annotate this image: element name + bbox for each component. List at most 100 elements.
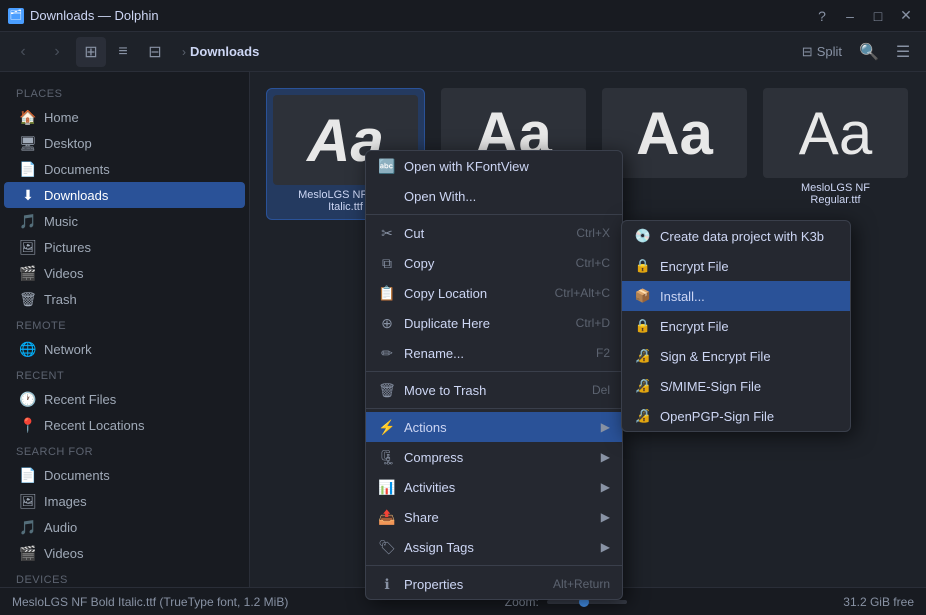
ctx-actions[interactable]: ⚡ Actions ▶ xyxy=(366,412,622,442)
sidebar-item-search-documents[interactable]: 📄 Documents xyxy=(4,462,245,488)
sidebar-item-search-images[interactable]: 🖼 Images xyxy=(4,488,245,514)
ctx-rename-shortcut: F2 xyxy=(596,346,610,360)
sidebar-item-pictures[interactable]: 🖼 Pictures xyxy=(4,234,245,260)
ctx-assign-tags[interactable]: 🏷 Assign Tags ▶ xyxy=(366,532,622,562)
sidebar-recent-files-label: Recent Files xyxy=(44,392,116,407)
minimize-button[interactable]: – xyxy=(838,4,862,28)
submenu-sign-encrypt[interactable]: 🔏 Sign & Encrypt File xyxy=(622,341,850,371)
encrypt2-label: Encrypt File xyxy=(660,319,729,334)
ctx-trash-shortcut: Del xyxy=(592,383,610,397)
sidebar-item-network[interactable]: 🌐 Network xyxy=(4,336,245,362)
ctx-divider-3 xyxy=(366,408,622,409)
sidebar-item-documents[interactable]: 📄 Documents xyxy=(4,156,245,182)
view-compact-button[interactable]: ≡ xyxy=(108,37,138,67)
submenu-smime-sign[interactable]: 🔏 S/MIME-Sign File xyxy=(622,371,850,401)
k3b-icon: 💿 xyxy=(634,227,652,245)
ctx-copy-shortcut: Ctrl+C xyxy=(576,256,610,270)
k3b-label: Create data project with K3b xyxy=(660,229,824,244)
sidebar-item-recent-locations[interactable]: 📍 Recent Locations xyxy=(4,412,245,438)
view-icons-button[interactable]: ⊞ xyxy=(76,37,106,67)
sidebar-network-label: Network xyxy=(44,342,92,357)
ctx-compress-icon: 🗜 xyxy=(378,448,396,466)
ctx-actions-arrow: ▶ xyxy=(601,420,610,434)
forward-button[interactable]: › xyxy=(42,37,72,67)
recent-files-icon: 🕐 xyxy=(20,391,36,407)
install-label: Install... xyxy=(660,289,705,304)
ctx-duplicate-label: Duplicate Here xyxy=(404,316,568,331)
split-button[interactable]: ⊟ Split xyxy=(794,40,850,64)
zoom-slider[interactable] xyxy=(547,600,627,604)
ctx-compress-arrow: ▶ xyxy=(601,450,610,464)
sidebar-item-search-videos[interactable]: 🎬 Videos xyxy=(4,540,245,566)
places-section-label: Places xyxy=(0,80,249,104)
sidebar-item-music[interactable]: 🎵 Music xyxy=(4,208,245,234)
breadcrumb: › Downloads xyxy=(174,44,790,59)
sidebar-item-trash[interactable]: 🗑 Trash xyxy=(4,286,245,312)
breadcrumb-current: Downloads xyxy=(190,44,259,59)
sidebar-item-videos[interactable]: 🎬 Videos xyxy=(4,260,245,286)
sidebar-documents-label: Documents xyxy=(44,162,110,177)
submenu-install[interactable]: 📦 Install... xyxy=(622,281,850,311)
ctx-share-label: Share xyxy=(404,510,593,525)
preview-aa-3: Aa MesloLGS NFRegular.ttf xyxy=(763,88,908,206)
ctx-copyloc-icon: 📋 xyxy=(378,284,396,302)
ctx-rename-icon: ✏ xyxy=(378,344,396,362)
recent-section-label: Recent xyxy=(0,362,249,386)
submenu-openpgp-sign[interactable]: 🔏 OpenPGP-Sign File xyxy=(622,401,850,431)
home-icon: 🏠 xyxy=(20,109,36,125)
ctx-share[interactable]: 📤 Share ▶ xyxy=(366,502,622,532)
ctx-cut[interactable]: ✂ Cut Ctrl+X xyxy=(366,218,622,248)
ctx-copy-icon: ⧉ xyxy=(378,254,396,272)
ctx-rename[interactable]: ✏ Rename... F2 xyxy=(366,338,622,368)
ctx-activities-arrow: ▶ xyxy=(601,480,610,494)
ctx-copy[interactable]: ⧉ Copy Ctrl+C xyxy=(366,248,622,278)
ctx-duplicate-icon: ⊕ xyxy=(378,314,396,332)
sidebar-item-home[interactable]: 🏠 Home xyxy=(4,104,245,130)
ctx-compress[interactable]: 🗜 Compress ▶ xyxy=(366,442,622,472)
sidebar-home-label: Home xyxy=(44,110,79,125)
trash-icon: 🗑 xyxy=(20,291,36,307)
sidebar-desktop-label: Desktop xyxy=(44,136,92,151)
view-detail-button[interactable]: ⊟ xyxy=(140,37,170,67)
submenu-encrypt-1[interactable]: 🔒 Encrypt File xyxy=(622,251,850,281)
downloads-icon: ⬇ xyxy=(20,187,36,203)
desktop-icon: 🖥 xyxy=(20,135,36,151)
titlebar-title: Downloads — Dolphin xyxy=(30,8,159,23)
maximize-button[interactable]: □ xyxy=(866,4,890,28)
ctx-properties-shortcut: Alt+Return xyxy=(553,577,610,591)
view-buttons: ⊞ ≡ ⊟ xyxy=(76,37,170,67)
context-menu: 🔤 Open with KFontView Open With... ✂ Cut… xyxy=(365,150,623,600)
network-icon: 🌐 xyxy=(20,341,36,357)
search-button[interactable]: 🔍 xyxy=(854,37,884,67)
menu-button[interactable]: ☰ xyxy=(888,37,918,67)
ctx-cut-icon: ✂ xyxy=(378,224,396,242)
submenu-create-k3b[interactable]: 💿 Create data project with K3b xyxy=(622,221,850,251)
sidebar-pictures-label: Pictures xyxy=(44,240,91,255)
ctx-move-trash[interactable]: 🗑 Move to Trash Del xyxy=(366,375,622,405)
sidebar-item-recent-files[interactable]: 🕐 Recent Files xyxy=(4,386,245,412)
sidebar-item-desktop[interactable]: 🖥 Desktop xyxy=(4,130,245,156)
ctx-tags-arrow: ▶ xyxy=(601,540,610,554)
sidebar-item-search-audio[interactable]: 🎵 Audio xyxy=(4,514,245,540)
ctx-trash-icon: 🗑 xyxy=(378,381,396,399)
close-button[interactable]: ✕ xyxy=(894,4,918,28)
submenu-encrypt-2[interactable]: 🔒 Encrypt File xyxy=(622,311,850,341)
ctx-trash-label: Move to Trash xyxy=(404,383,584,398)
remote-section-label: Remote xyxy=(0,312,249,336)
ctx-duplicate[interactable]: ⊕ Duplicate Here Ctrl+D xyxy=(366,308,622,338)
ctx-share-arrow: ▶ xyxy=(601,510,610,524)
sidebar-search-docs-label: Documents xyxy=(44,468,110,483)
ctx-activities-icon: 📊 xyxy=(378,478,396,496)
ctx-properties-label: Properties xyxy=(404,577,545,592)
ctx-open-with[interactable]: Open With... xyxy=(366,181,622,211)
ctx-divider-1 xyxy=(366,214,622,215)
sidebar-item-downloads[interactable]: ⬇ Downloads xyxy=(4,182,245,208)
ctx-open-kfontview[interactable]: 🔤 Open with KFontView xyxy=(366,151,622,181)
ctx-activities[interactable]: 📊 Activities ▶ xyxy=(366,472,622,502)
ctx-cut-label: Cut xyxy=(404,226,568,241)
install-icon: 📦 xyxy=(634,287,652,305)
ctx-properties[interactable]: ℹ Properties Alt+Return xyxy=(366,569,622,599)
help-button[interactable]: ? xyxy=(810,4,834,28)
ctx-copy-location[interactable]: 📋 Copy Location Ctrl+Alt+C xyxy=(366,278,622,308)
back-button[interactable]: ‹ xyxy=(8,37,38,67)
